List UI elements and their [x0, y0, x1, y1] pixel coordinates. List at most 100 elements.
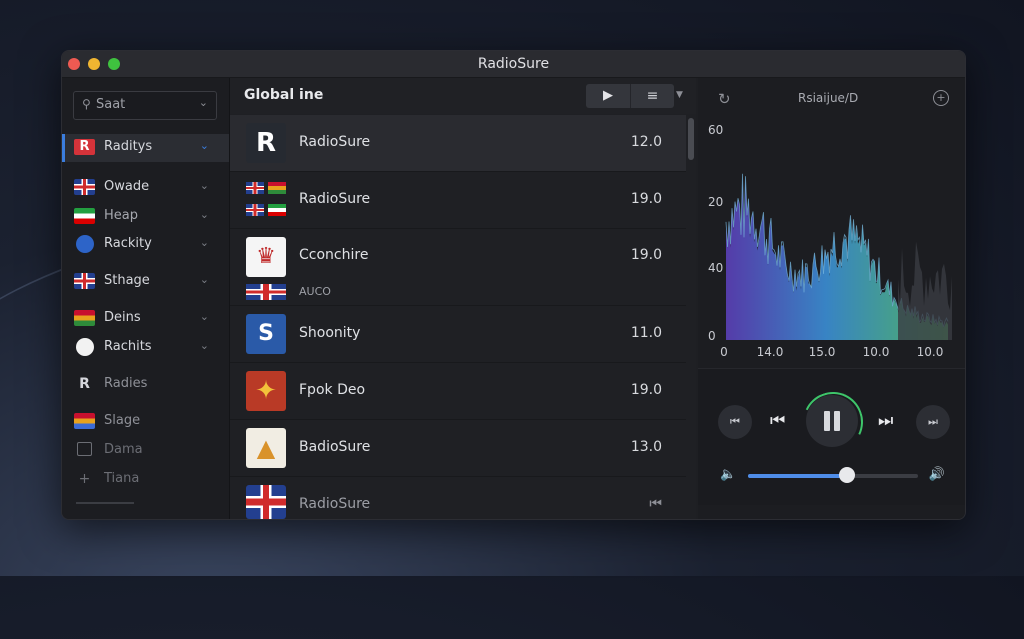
- previous-button[interactable]: ⏮: [770, 411, 785, 431]
- list-header: Global ine ▶ ≡ ▼: [230, 78, 696, 114]
- chevron-down-icon[interactable]: ⌄: [200, 310, 209, 323]
- station-name: Fpok Deo: [299, 382, 366, 398]
- progress-ring: [794, 383, 872, 461]
- search-placeholder: Saat: [96, 97, 126, 112]
- station-name: RadioSure: [299, 191, 371, 207]
- volume-slider[interactable]: [748, 467, 918, 483]
- sidebar-item-label: Rachits: [104, 339, 152, 354]
- sidebar-item-rackity[interactable]: Rackity ⌄: [62, 231, 229, 259]
- play-button[interactable]: ▶: [586, 84, 630, 108]
- sidebar-item-label: Sthage: [104, 273, 150, 288]
- sidebar-item-tiana[interactable]: + Tiana: [62, 466, 229, 494]
- radio-r-icon: R: [74, 139, 95, 155]
- triangle-logo-icon: ▲: [246, 428, 286, 468]
- station-value: 19.0: [630, 247, 662, 263]
- sidebar-item-label: Dama: [104, 442, 143, 457]
- globe-icon: [76, 235, 94, 253]
- sidebar-item-owade[interactable]: Owade ⌄: [62, 174, 229, 202]
- volume-knob[interactable]: [838, 467, 855, 483]
- player-header: ↻ Rsiaijue/D +: [698, 78, 965, 120]
- pause-icon: [834, 411, 840, 431]
- station-subtitle: AUCO: [299, 285, 331, 298]
- chevron-down-icon[interactable]: ⌄: [199, 96, 208, 109]
- list-scrollbar[interactable]: [688, 118, 694, 160]
- list-item[interactable]: R RadioSure 12.0: [230, 115, 686, 172]
- chevron-down-icon[interactable]: ⌄: [200, 179, 209, 192]
- y-tick-label: 20: [708, 195, 723, 209]
- station-value: 11.0: [630, 325, 662, 341]
- sidebar-item-heap[interactable]: Heap ⌄: [62, 203, 229, 231]
- sidebar-item-label: Tiana: [104, 471, 140, 486]
- pause-button[interactable]: [794, 383, 872, 461]
- station-name: Cconchire: [299, 247, 369, 263]
- fire-logo-icon: ♛: [246, 237, 286, 277]
- player-pane: ↻ Rsiaijue/D + 60 20 40 0 0 14.0 15.0 10.0 10.0…: [698, 78, 965, 519]
- fast-forward-button[interactable]: ⏭: [916, 405, 950, 439]
- chevron-down-icon[interactable]: ⌄: [200, 139, 209, 152]
- x-tick-label: 10.0: [863, 345, 890, 359]
- list-item[interactable]: RadioSure 19.0: [230, 172, 686, 229]
- uk-flag-logo-icon: [246, 485, 286, 519]
- station-name: Shoonity: [299, 325, 361, 341]
- chevron-down-icon[interactable]: ⌄: [200, 339, 209, 352]
- sidebar-item-radies[interactable]: R Radies: [62, 371, 229, 399]
- volume-low-icon[interactable]: 🔈: [720, 467, 736, 482]
- sidebar-item-label: Owade: [104, 179, 150, 194]
- search-input[interactable]: ⚲ Saat ⌄: [73, 91, 217, 120]
- list-item[interactable]: ▲ BadioSure 13.0: [230, 420, 686, 477]
- list-item[interactable]: S Shoonity 11.0: [230, 306, 686, 363]
- sidebar-item-rachits[interactable]: Rachits ⌄: [62, 334, 229, 362]
- sidebar-item-raditys[interactable]: R Raditys ⌄: [62, 134, 229, 162]
- y-tick-label: 60: [708, 123, 723, 137]
- sidebar: ⚲ Saat ⌄ R Raditys ⌄ Owade ⌄ Heap ⌄ Rack…: [62, 78, 230, 519]
- uk-flag-icon: [74, 273, 95, 289]
- chevron-down-icon[interactable]: ⌄: [200, 273, 209, 286]
- radio-r-icon: R: [79, 376, 90, 392]
- list-item[interactable]: RadioSure ⏮: [230, 477, 686, 519]
- sidebar-item-slage[interactable]: Slage: [62, 408, 229, 436]
- playback-controls: ⏮ ⏮ ⏭ ⏭ 🔈 🔊: [698, 368, 965, 505]
- station-value: 19.0: [630, 191, 662, 207]
- pause-icon: [824, 411, 830, 431]
- uk-flag-icon: [246, 182, 264, 194]
- sidebar-divider: [76, 502, 134, 504]
- station-list-pane: Global ine ▶ ≡ ▼ R RadioSure 12.0 RadioS…: [230, 78, 696, 519]
- star-logo-icon: ✦: [246, 371, 286, 411]
- next-button[interactable]: ⏭: [878, 411, 893, 431]
- add-icon[interactable]: +: [933, 90, 949, 106]
- station-value: 13.0: [630, 439, 662, 455]
- flag-icon: [268, 204, 286, 216]
- rewind-button[interactable]: ⏮: [718, 405, 752, 439]
- refresh-icon[interactable]: ↻: [718, 90, 731, 108]
- chevron-down-icon[interactable]: ▼: [676, 90, 683, 100]
- chevron-down-icon[interactable]: ⌄: [200, 208, 209, 221]
- station-value: 19.0: [630, 382, 662, 398]
- list-item[interactable]: ✦ Fpok Deo 19.0: [230, 363, 686, 420]
- sidebar-item-dama[interactable]: Dama: [62, 437, 229, 465]
- station-name: RadioSure: [299, 496, 371, 512]
- volume-high-icon[interactable]: 🔊: [929, 467, 945, 482]
- iran-flag-icon: [74, 208, 95, 224]
- skip-back-icon[interactable]: ⏮: [649, 496, 662, 512]
- globe-icon: [76, 338, 94, 356]
- blue-logo-icon: S: [246, 314, 286, 354]
- uk-flag-icon: [246, 204, 264, 216]
- sidebar-item-deins[interactable]: Deins ⌄: [62, 305, 229, 333]
- x-tick-label: 10.0: [917, 345, 944, 359]
- chevron-down-icon[interactable]: ⌄: [200, 236, 209, 249]
- y-tick-label: 0: [708, 329, 716, 343]
- station-title: Rsiaijue/D: [798, 91, 859, 105]
- x-tick-label: 0: [720, 345, 728, 359]
- y-tick-label: 40: [708, 261, 723, 275]
- volume-fill: [748, 474, 847, 478]
- sidebar-item-sthage[interactable]: Sthage ⌄: [62, 268, 229, 296]
- station-value: 12.0: [630, 134, 662, 150]
- uk-flag-icon: [74, 179, 95, 195]
- flag-icon: [268, 182, 286, 194]
- title-bar: RadioSure: [62, 51, 965, 78]
- spectrum-chart: 60 20 40 0 0 14.0 15.0 10.0 10.0: [708, 123, 952, 359]
- list-item[interactable]: ♛ Cconchire 19.0 AUCO: [230, 229, 686, 306]
- station-name: BadioSure: [299, 439, 371, 455]
- sidebar-item-label: Raditys: [104, 139, 153, 154]
- sort-button[interactable]: ≡: [631, 84, 674, 108]
